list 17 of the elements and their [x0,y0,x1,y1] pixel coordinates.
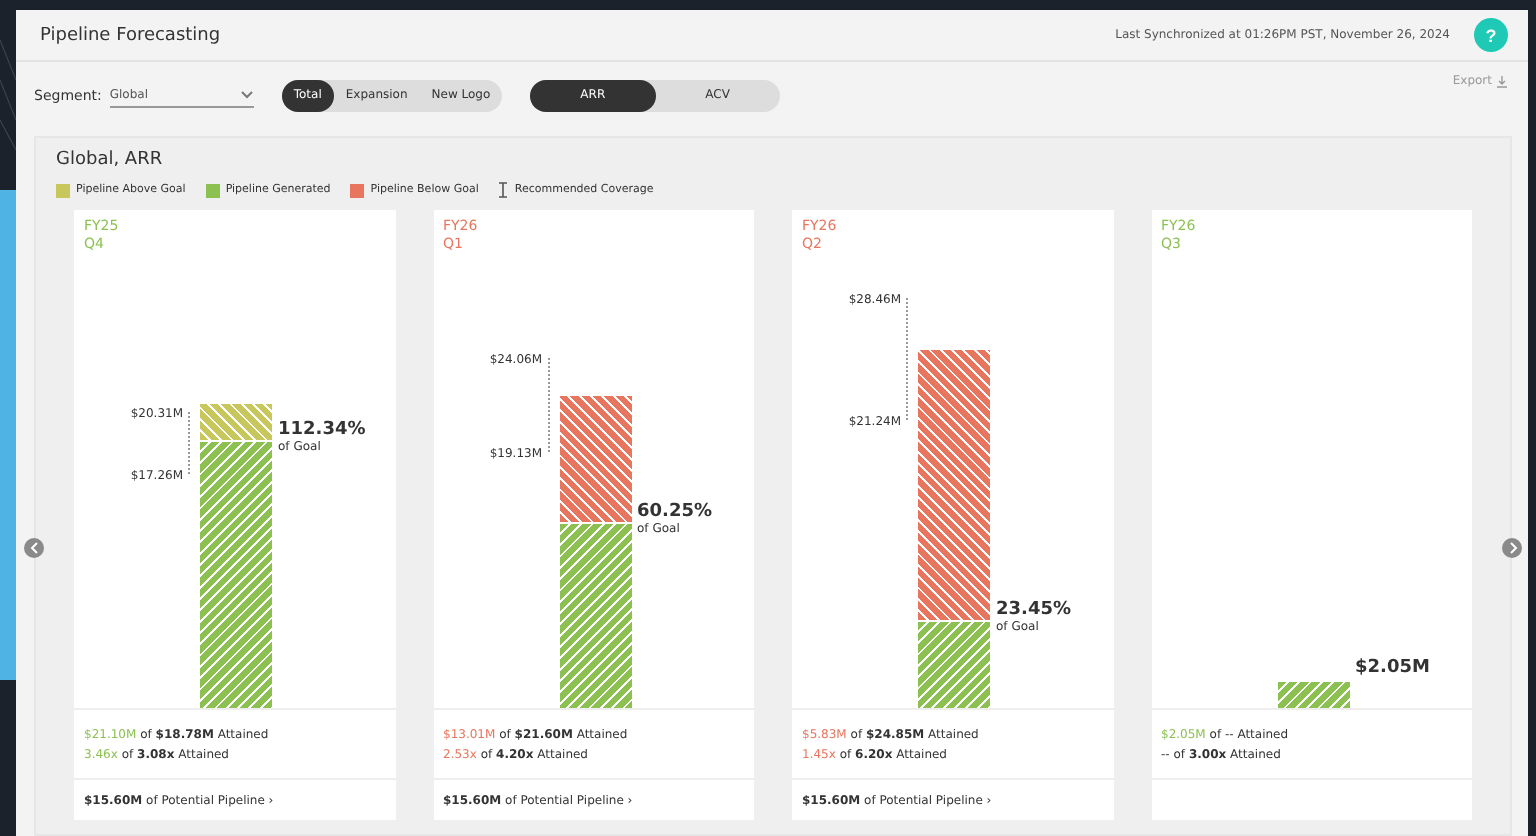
goal-percentage: $2.05M [1355,657,1430,677]
goal-percentage: 112.34% [278,420,366,441]
range-icon [498,182,509,198]
chevron-down-icon [239,89,254,99]
coverage-range-icon [906,298,914,420]
chevron-left-icon [29,542,39,554]
chevron-right-icon [1507,542,1517,554]
download-icon [1496,75,1508,87]
goal-percentage: 60.25% [637,501,712,522]
page-title: Pipeline Forecasting [40,25,223,45]
coverage-range-icon [188,411,196,474]
goal-percentage: 23.45% [996,600,1071,621]
previous-button[interactable] [24,538,44,558]
next-button[interactable] [1502,538,1522,558]
coverage-range-icon [547,357,555,452]
panel-title: Global, ARR [56,150,165,170]
bar-segment [1277,681,1349,708]
